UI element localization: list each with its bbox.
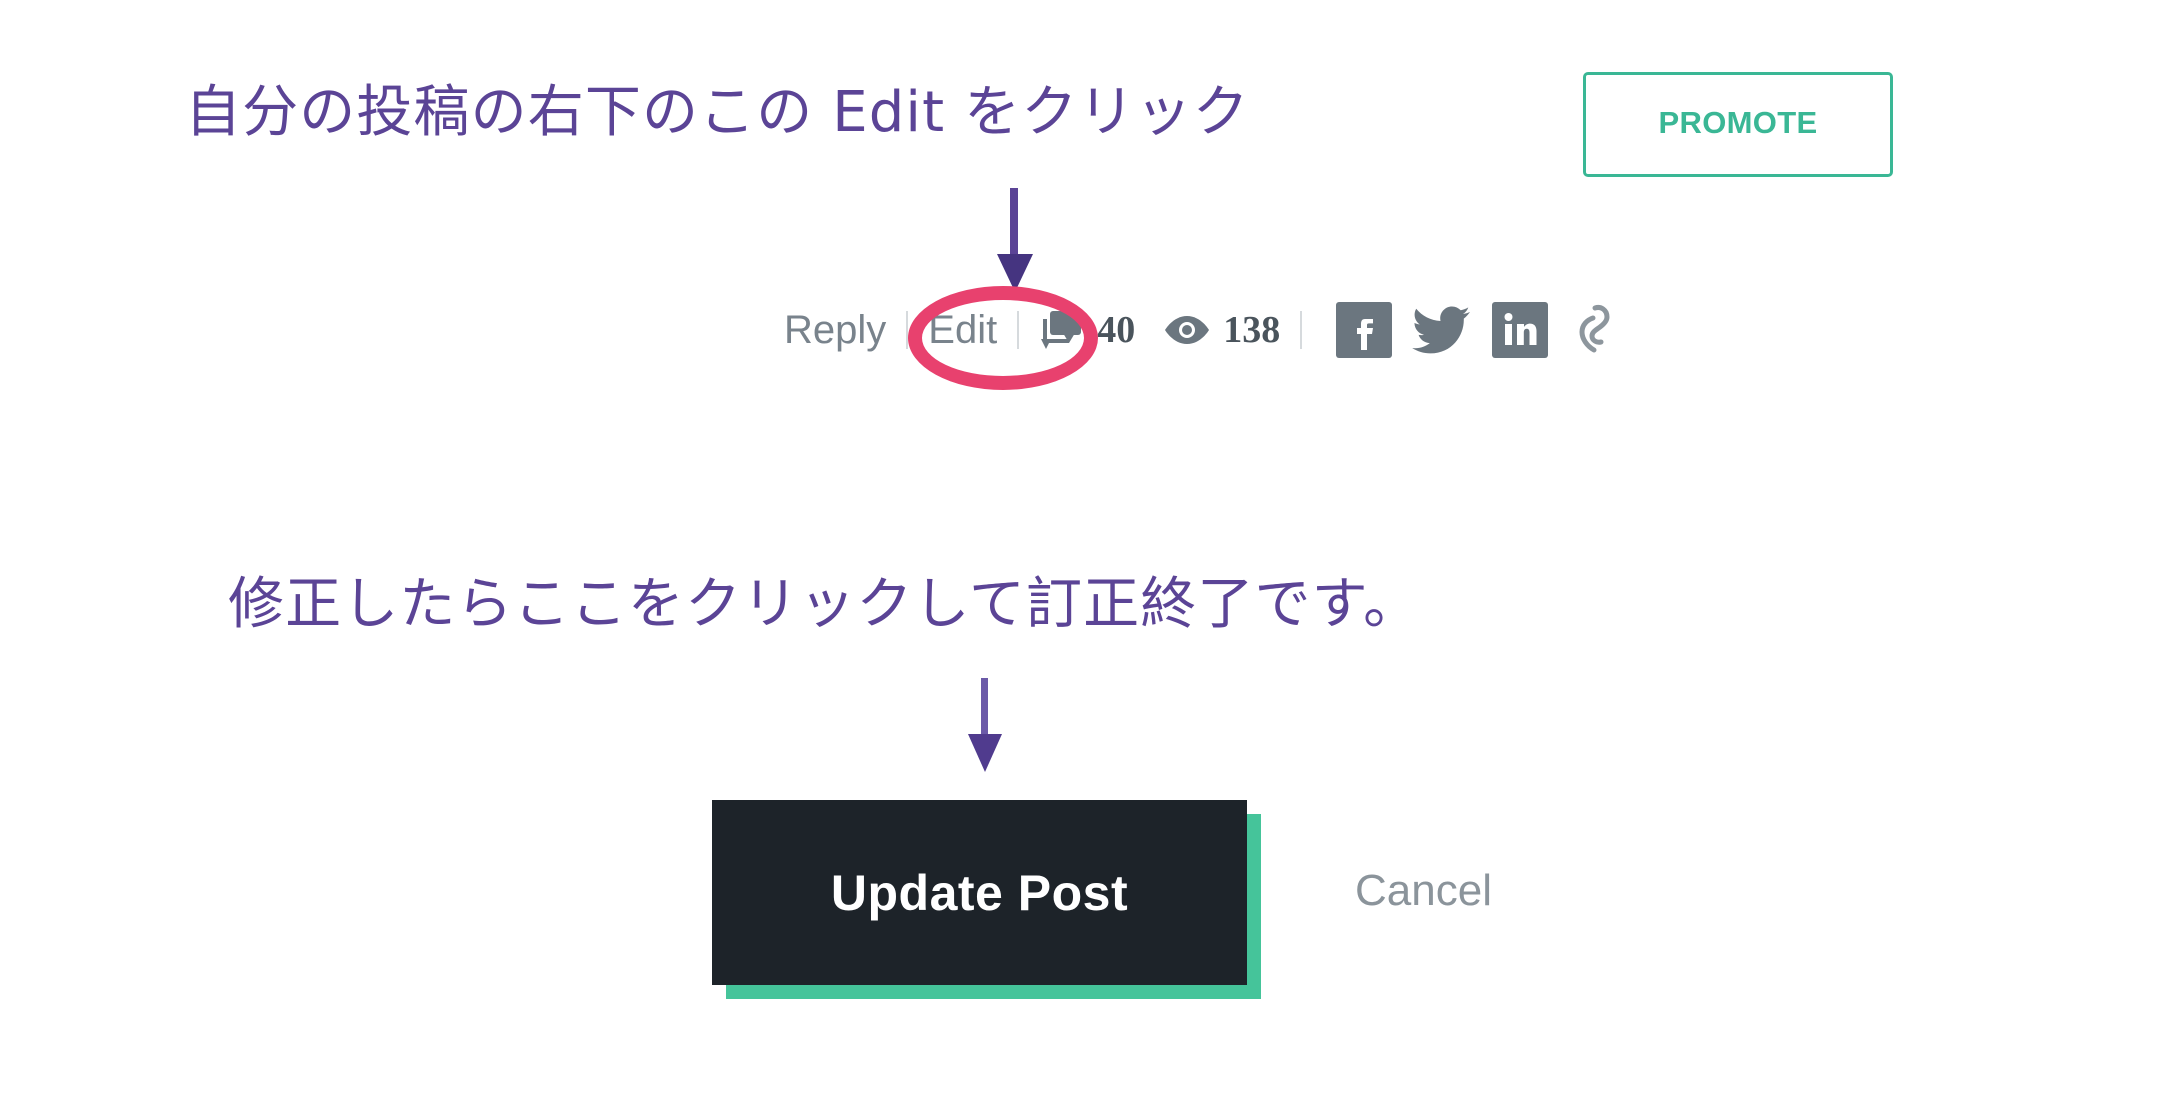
link-icon[interactable] [1568,302,1616,358]
edit-link[interactable]: Edit [914,310,1011,350]
down-arrow-icon [997,188,1033,292]
views-count: 138 [1223,309,1281,351]
update-post-button[interactable]: Update Post [712,800,1247,985]
twitter-icon[interactable] [1412,304,1472,356]
linkedin-icon[interactable] [1492,302,1549,358]
eye-icon [1165,316,1210,344]
comments-count: 40 [1097,309,1136,351]
comment-icon [1041,311,1082,349]
comments-stat: 40 [1025,307,1149,353]
meta-divider [906,311,909,349]
reply-link[interactable]: Reply [770,310,900,350]
post-meta-row: Reply Edit 40 138 [770,300,1616,360]
down-arrow-icon [968,678,1002,772]
cancel-button[interactable]: Cancel [1355,866,1492,916]
meta-divider [1300,311,1303,349]
promote-button-label: PROMOTE [1658,105,1818,140]
annotation-text-line-2: 修正したらここをクリックして訂正終了です。 [228,572,1421,637]
promote-button[interactable]: PROMOTE [1583,72,1893,177]
meta-divider [1017,311,1020,349]
facebook-icon[interactable] [1336,302,1393,358]
screenshot-canvas: 自分の投稿の右下のこの Edit をクリック PROMOTE Reply Edi… [0,0,2176,1095]
views-stat: 138 [1149,308,1294,352]
social-share-group [1308,302,1616,358]
annotation-text-line-1: 自分の投稿の右下のこの Edit をクリック [185,80,1250,145]
